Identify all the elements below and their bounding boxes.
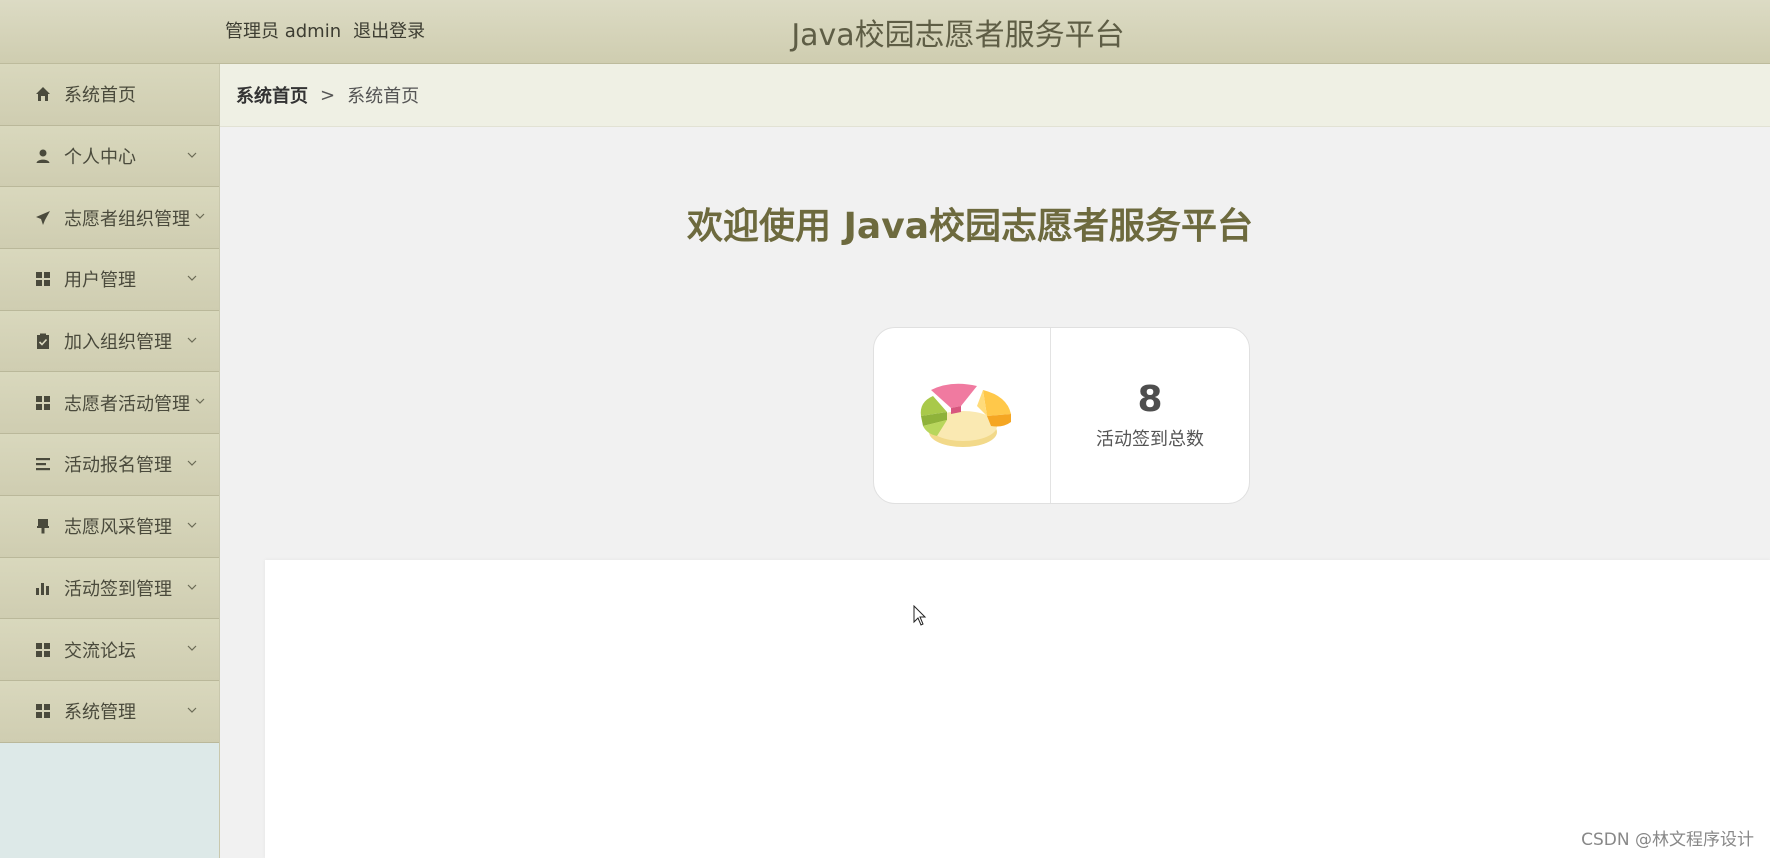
sidebar-item-volunteer-org[interactable]: 志愿者组织管理 xyxy=(0,187,219,250)
stat-label: 活动签到总数 xyxy=(1096,429,1204,451)
chevron-down-icon xyxy=(187,645,197,652)
sidebar-item-label: 志愿者活动管理 xyxy=(64,393,190,415)
chevron-down-icon xyxy=(187,584,197,590)
welcome-title: 欢迎使用 Java校园志愿者服务平台 xyxy=(687,206,1253,247)
sidebar-item-label: 加入组织管理 xyxy=(64,332,172,354)
mouse-cursor-icon xyxy=(913,605,927,626)
sidebar-item-label: 系统首页 xyxy=(64,85,136,107)
main-content: 欢迎使用 Java校园志愿者服务平台 8 活动签到总数 xyxy=(220,127,1770,858)
app-title: Java校园志愿者服务平台 xyxy=(791,18,1125,53)
grid-icon xyxy=(34,394,52,412)
sidebar-item-label: 志愿者组织管理 xyxy=(64,208,190,230)
stat-card: 8 活动签到总数 xyxy=(873,327,1250,504)
stat-info: 8 活动签到总数 xyxy=(1051,328,1249,503)
brush-icon xyxy=(34,517,52,535)
grid-icon xyxy=(34,270,52,288)
paper-plane-icon xyxy=(34,209,52,227)
sidebar-item-label: 系统管理 xyxy=(64,702,136,724)
sidebar-item-label: 志愿风采管理 xyxy=(64,517,172,539)
pie-chart-icon xyxy=(920,383,1011,447)
sidebar-item-join-org[interactable]: 加入组织管理 xyxy=(0,310,219,373)
top-header: 管理员 admin 退出登录 Java校园志愿者服务平台 xyxy=(0,0,1770,64)
bar-chart-icon xyxy=(34,579,52,597)
chevron-down-icon xyxy=(187,152,197,158)
sidebar-item-forum[interactable]: 交流论坛 xyxy=(0,619,219,681)
grid-icon xyxy=(34,641,52,659)
breadcrumb-root[interactable]: 系统首页 xyxy=(236,82,308,108)
chevron-down-icon xyxy=(195,213,205,220)
watermark: CSDN @林文程序设计 xyxy=(1581,830,1754,850)
sidebar-item-activity-signup[interactable]: 活动报名管理 xyxy=(0,434,219,496)
chevron-down-icon xyxy=(187,337,197,343)
breadcrumb-separator: > xyxy=(320,84,336,106)
sidebar: 系统首页 个人中心 志愿者组织管理 用户管理 加入组织管理 志愿者活动管理 活动… xyxy=(0,64,220,858)
sidebar-item-label: 活动签到管理 xyxy=(64,578,172,600)
sidebar-item-profile[interactable]: 个人中心 xyxy=(0,125,219,188)
stat-icon-box xyxy=(874,328,1051,503)
list-icon xyxy=(34,455,52,473)
chevron-down-icon xyxy=(187,460,197,466)
sidebar-item-label: 活动报名管理 xyxy=(64,455,172,477)
sidebar-item-label: 用户管理 xyxy=(64,270,136,292)
sidebar-item-activity-checkin[interactable]: 活动签到管理 xyxy=(0,557,219,620)
chevron-down-icon xyxy=(187,275,197,281)
sidebar-item-label: 交流论坛 xyxy=(64,640,136,662)
grid-icon xyxy=(34,702,52,720)
sidebar-item-volunteer-showcase[interactable]: 志愿风采管理 xyxy=(0,495,219,558)
chevron-down-icon xyxy=(187,522,197,528)
breadcrumb: 系统首页 > 系统首页 xyxy=(220,64,1770,127)
sidebar-item-volunteer-activity[interactable]: 志愿者活动管理 xyxy=(0,372,219,435)
clipboard-check-icon xyxy=(34,332,52,350)
user-icon xyxy=(34,147,52,165)
chevron-down-icon xyxy=(195,399,205,405)
sidebar-item-label: 个人中心 xyxy=(64,147,136,169)
sidebar-item-users[interactable]: 用户管理 xyxy=(0,249,219,311)
breadcrumb-current: 系统首页 xyxy=(347,86,420,107)
sidebar-item-system[interactable]: 系统管理 xyxy=(0,680,219,743)
chevron-down-icon xyxy=(187,707,197,713)
stat-value: 8 xyxy=(1137,378,1163,420)
home-icon xyxy=(34,85,52,103)
chart-panel xyxy=(265,560,1770,858)
sidebar-item-home[interactable]: 系统首页 xyxy=(0,64,219,126)
